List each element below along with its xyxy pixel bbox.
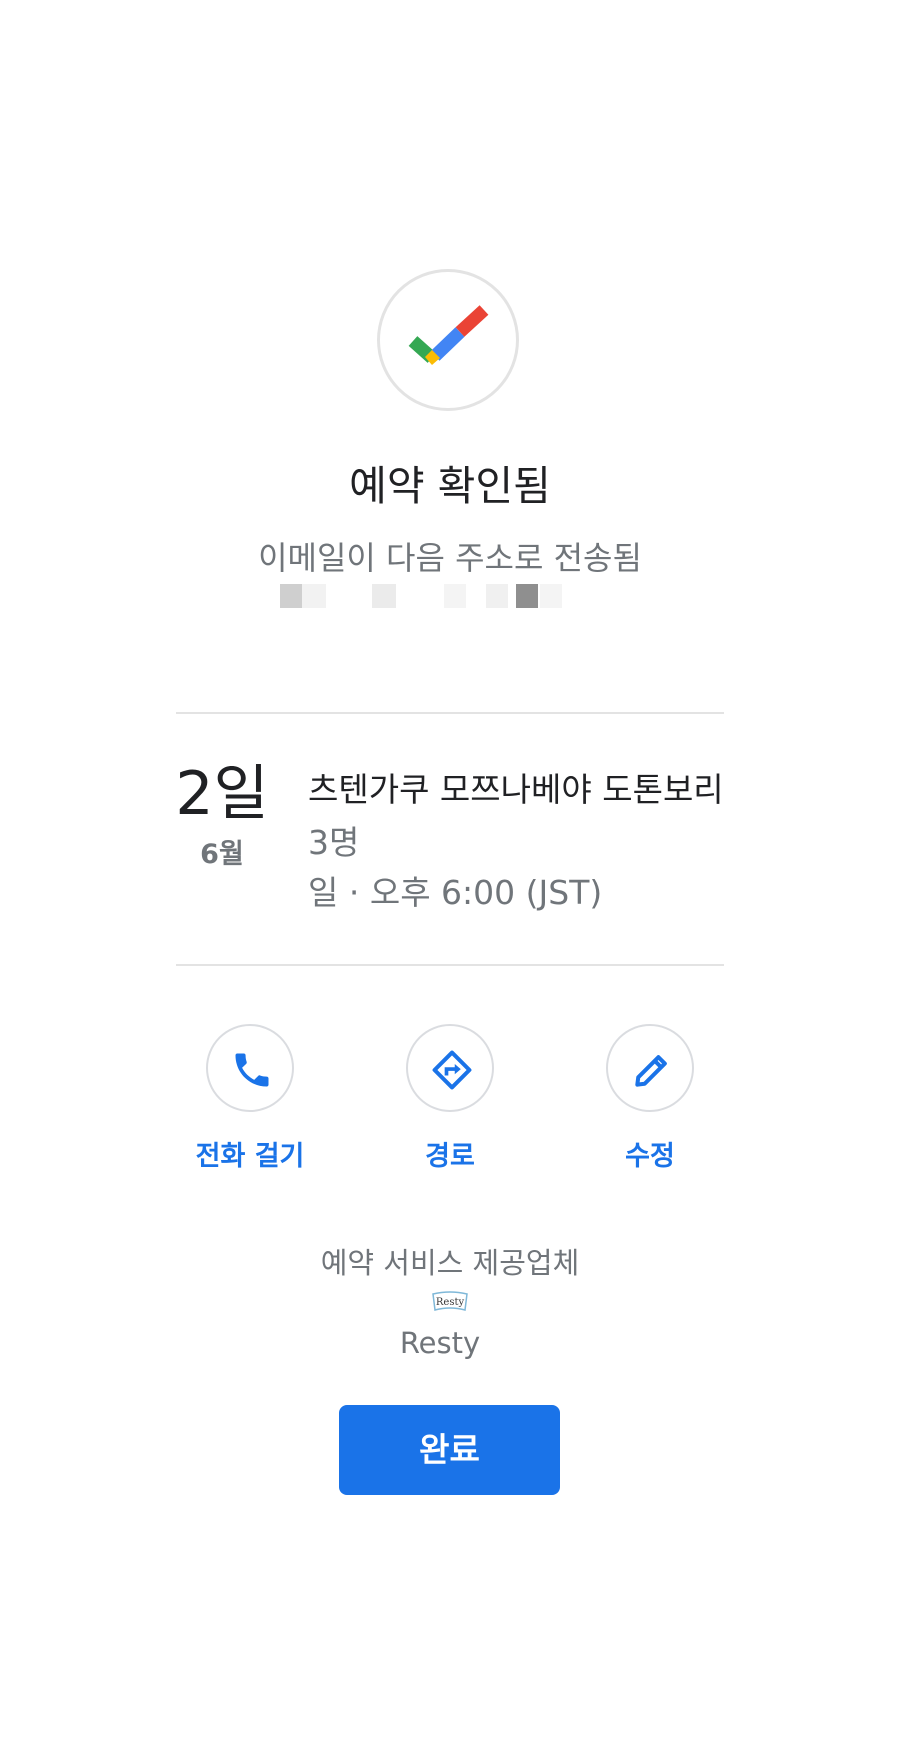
reservation-month: 6월 [200,839,244,870]
call-button[interactable]: 전화 걸기 [150,1024,350,1173]
confirmation-title: 예약 확인됨 [349,462,551,510]
directions-icon [432,1050,472,1090]
directions-button-circle[interactable] [406,1024,494,1112]
party-size: 3명 [308,823,360,862]
provider-caption: 예약 서비스 제공업체 [320,1246,580,1280]
bottom-divider [176,964,724,966]
provider-name: Resty [399,1326,481,1360]
confirmation-check-icon [377,269,519,411]
edit-button-circle[interactable] [606,1024,694,1112]
call-button-label: 전화 걸기 [195,1141,305,1172]
edit-button-label: 수정 [625,1141,675,1172]
phone-icon [235,1053,269,1087]
reservation-day: 2일 [175,759,269,829]
directions-button-label: 경로 [425,1141,475,1172]
svg-text:Resty: Resty [436,1297,465,1308]
redacted-email-address [280,584,590,608]
email-sent-subtitle: 이메일이 다음 주소로 전송됨 [258,539,642,577]
call-button-circle[interactable] [206,1024,294,1112]
restaurant-name: 츠텐가쿠 모쯔나베야 도톤보리 [308,770,724,809]
done-button[interactable]: 완료 [339,1405,560,1495]
edit-button[interactable]: 수정 [550,1024,750,1173]
directions-button[interactable]: 경로 [350,1024,550,1173]
edit-icon [635,1055,667,1087]
reservation-time: 일 · 오후 6:00 (JST) [308,873,603,912]
top-divider [176,712,724,714]
resty-logo: Resty [430,1290,470,1314]
